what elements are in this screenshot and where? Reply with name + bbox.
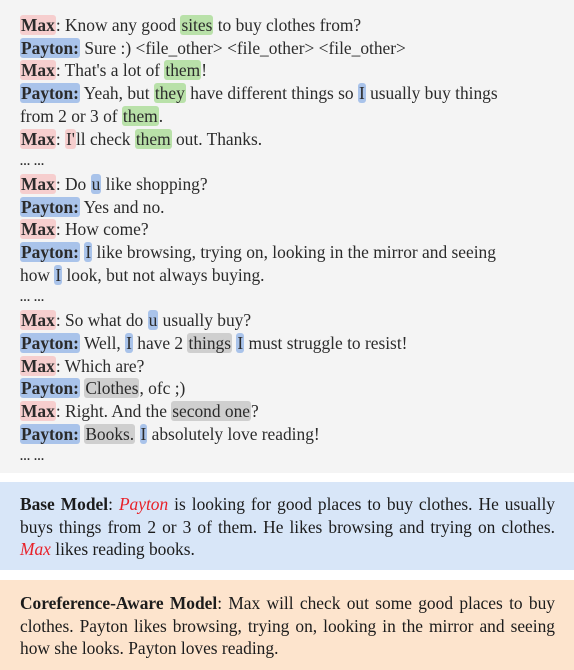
- speaker-payton: Payton:: [20, 196, 80, 217]
- turn-7: Payton: Yes and no.: [20, 196, 165, 217]
- mention-sites: sites: [180, 15, 214, 35]
- speaker-payton: Payton:: [20, 242, 80, 263]
- mention-i: I: [236, 332, 245, 353]
- base-model-summary: Base Model: Payton is looking for good p…: [0, 482, 574, 570]
- turn-15: Payton: Books. I absolutely love reading…: [20, 423, 320, 444]
- speaker-max: Max: [20, 60, 56, 81]
- mention-u: u: [147, 310, 159, 331]
- mention-they: they: [153, 83, 186, 104]
- ellipsis: ... ...: [20, 290, 45, 305]
- speaker-payton: Payton:: [20, 423, 80, 444]
- speaker-max: Max: [20, 219, 56, 240]
- turn-8: Max: How come?: [20, 219, 149, 240]
- speaker-payton: Payton:: [20, 83, 80, 104]
- turn-12: Max: Which are?: [20, 355, 145, 376]
- turn-6: Max: Do u like shopping?: [20, 173, 208, 194]
- mention-clothes: Clothes: [84, 378, 140, 399]
- speaker-max: Max: [20, 15, 56, 35]
- mention-i: I: [357, 83, 366, 104]
- mention-i: I': [65, 128, 76, 149]
- ellipsis: ... ...: [20, 449, 45, 464]
- dialogue-transcript: Max: Know any good sites to buy clothes …: [20, 14, 560, 468]
- mention-i: I: [54, 264, 63, 285]
- coref-model-summary: Coreference-Aware Model: Max will check …: [0, 580, 574, 670]
- turn-13: Payton: Clothes, ofc ;): [20, 378, 186, 399]
- mention-them: them: [134, 128, 172, 149]
- speaker-max: Max: [20, 310, 56, 331]
- speaker-max: Max: [20, 400, 56, 421]
- coref-model-label: Coreference-Aware Model: [20, 593, 218, 613]
- turn-2: Payton: Sure :) <file_other> <file_other…: [20, 37, 406, 58]
- speaker-payton: Payton:: [20, 37, 80, 58]
- turn-1: Max: Know any good sites to buy clothes …: [20, 15, 362, 35]
- turn-3: Max: That's a lot of them!: [20, 60, 207, 81]
- mention-books: Books.: [84, 423, 136, 444]
- mention-them: them: [164, 60, 202, 81]
- mention-i: I: [84, 242, 93, 263]
- turn-9: Payton: I like browsing, trying on, look…: [20, 242, 496, 285]
- speaker-max: Max: [20, 173, 56, 194]
- turn-5: Max: I'll check them out. Thanks.: [20, 128, 263, 149]
- wrong-name-payton: Payton: [118, 494, 169, 514]
- mention-u: u: [90, 173, 102, 194]
- mention-them: them: [121, 105, 159, 126]
- mention-i: I: [125, 332, 133, 353]
- speaker-payton: Payton:: [20, 378, 80, 399]
- turn-11: Payton: Well, I have 2 things I must str…: [20, 332, 408, 353]
- turn-4: Payton: Yeah, but they have different th…: [20, 83, 498, 126]
- ellipsis: ... ...: [20, 154, 45, 169]
- speaker-max: Max: [20, 355, 56, 376]
- mention-things: things: [187, 332, 233, 353]
- wrong-name-max: Max: [20, 539, 51, 560]
- speaker-max: Max: [20, 128, 56, 149]
- turn-14: Max: Right. And the second one?: [20, 400, 259, 421]
- turn-10: Max: So what do u usually buy?: [20, 310, 252, 331]
- dialogue-panel: Max: Know any good sites to buy clothes …: [0, 0, 574, 473]
- base-model-label: Base Model: [20, 494, 109, 514]
- mention-second-one: second one: [171, 400, 252, 421]
- speaker-payton: Payton:: [20, 332, 80, 353]
